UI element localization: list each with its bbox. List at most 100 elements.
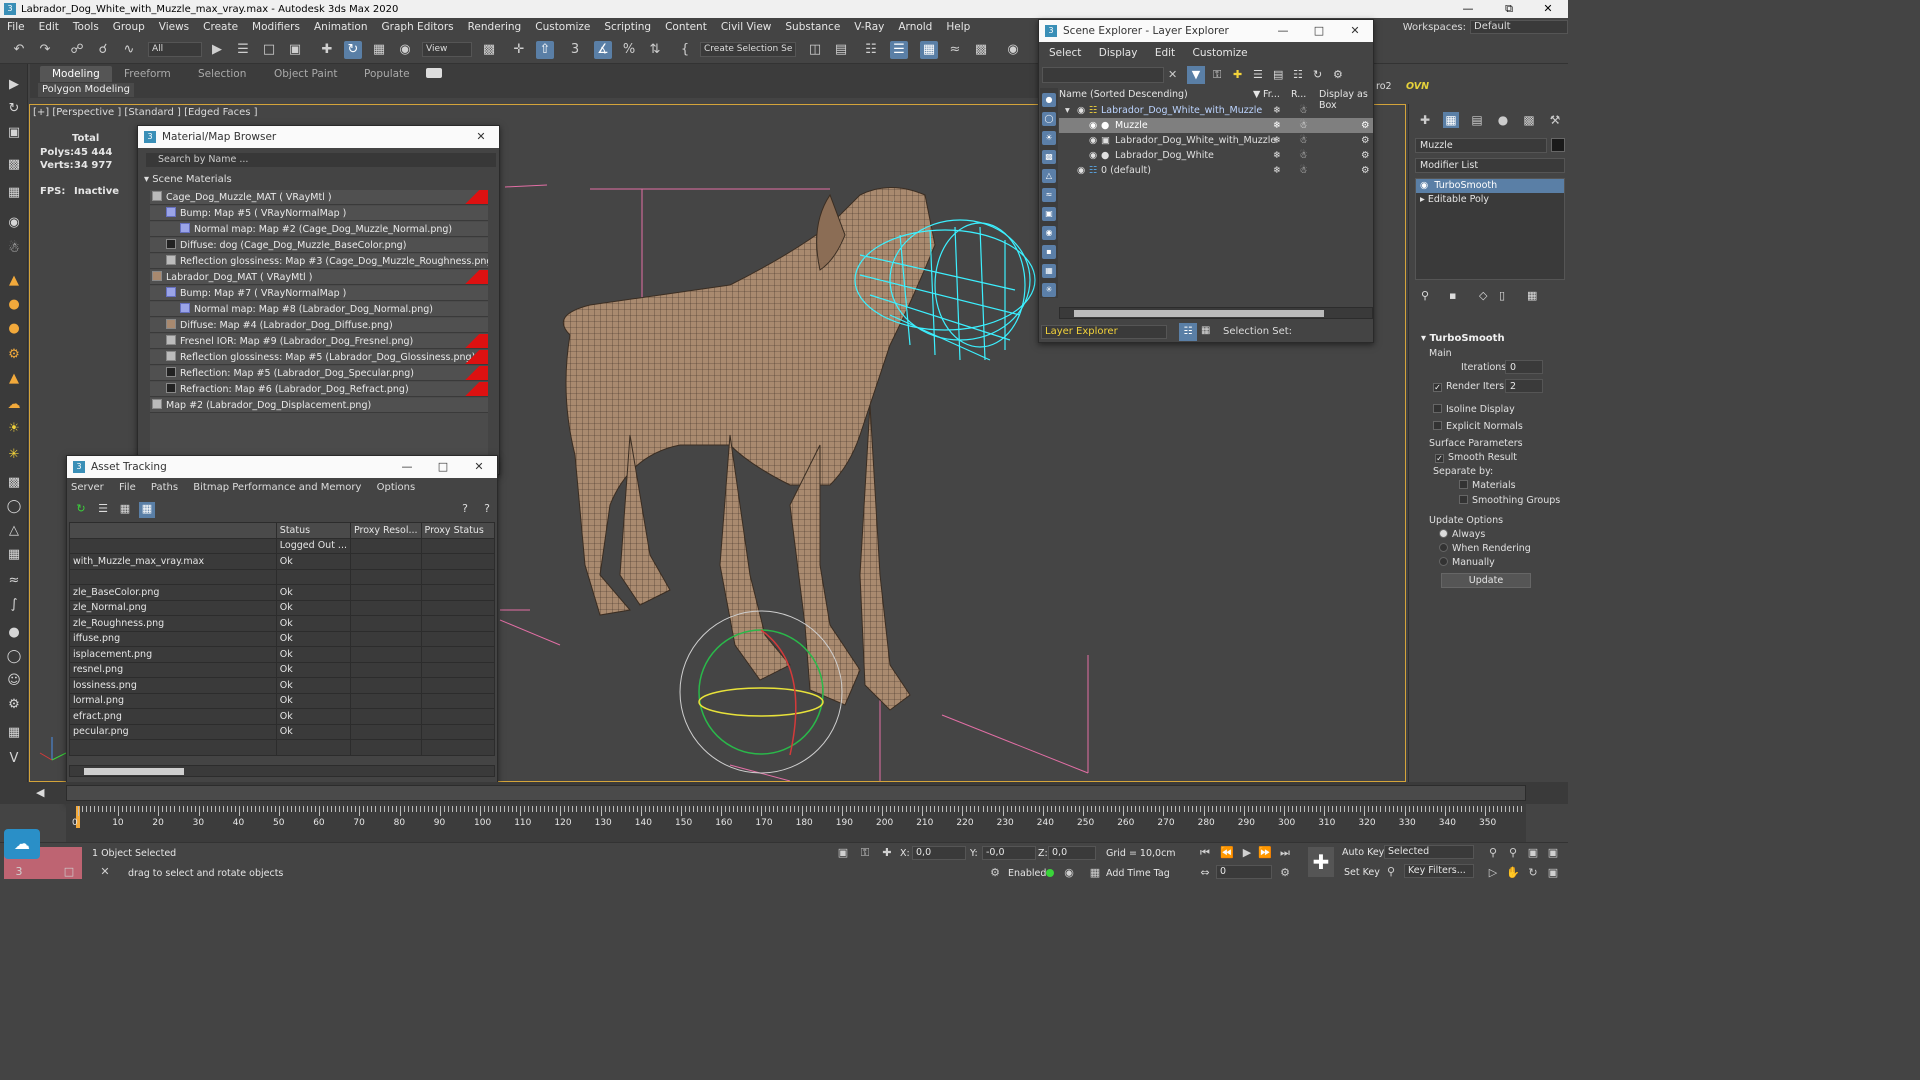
snaps-toggle-icon[interactable]: 3 [566,41,584,59]
table-row[interactable]: lormal.png Ok [69,692,496,709]
update-button[interactable]: Update [1441,573,1531,588]
display-tab-icon[interactable]: ▩ [1521,112,1537,128]
keyboard-shortcut-icon[interactable]: ⇧ [536,41,554,59]
selection-filter-dropdown[interactable]: All [148,42,202,57]
bind-spacewarp-icon[interactable]: ∿ [120,41,138,59]
sphere-icon[interactable]: ● [5,320,23,338]
col-name[interactable]: Name (Sorted Descending) [1059,89,1188,100]
curve-editor-icon[interactable]: ≈ [946,41,964,59]
when-rendering-row[interactable]: When Rendering [1439,543,1531,554]
table-row[interactable]: pecular.png Ok [69,723,496,740]
schematic-view-icon[interactable]: ▩ [972,41,990,59]
asset-menu-server[interactable]: Server [71,482,104,493]
auto-key-button[interactable]: Auto Key [1342,847,1384,858]
orbit-icon[interactable]: ↻ [5,100,23,118]
all-filter-icon[interactable]: ✳ [1042,283,1056,297]
sort-desc-icon[interactable]: ▼ [1253,89,1260,100]
list-item[interactable]: Map #2 (Labrador_Dog_Displacement.png) [150,398,488,413]
current-frame-field[interactable]: 0 [1216,865,1272,879]
shape-filter-icon[interactable]: ◯ [1042,112,1056,126]
visibility-eye-icon[interactable]: ◉ [1089,133,1097,148]
gear-icon[interactable]: ⚙ [5,346,23,364]
y-coord-field[interactable]: -0,0 [982,846,1036,860]
lock-icon[interactable]: ⚿ [1213,68,1221,82]
set-key-big-icon[interactable]: ✚ [1308,847,1334,877]
manually-radio[interactable] [1439,557,1448,566]
stack-item-turbosmooth[interactable]: ◉ TurboSmooth [1416,179,1564,193]
prev-frame-icon[interactable]: ◀ [36,786,44,799]
reference-coord-dropdown[interactable]: View [422,42,472,57]
asset-col-proxy-status[interactable]: Proxy Status [420,522,496,539]
list-item[interactable]: Fresnel IOR: Map #9 (Labrador_Dog_Fresne… [150,334,488,349]
settings-icon[interactable]: ⚙ [5,696,23,714]
character-icon[interactable]: ☺ [5,672,23,690]
close-icon[interactable]: ✕ [1528,0,1568,18]
render-iters-row[interactable]: ✓ Render Iters: [1433,381,1507,392]
camera-filter-icon[interactable]: ▩ [1042,150,1056,164]
show-end-result-icon[interactable]: ▪ [1449,289,1456,302]
scene-filter-input[interactable] [1042,67,1164,83]
materials-row[interactable]: Materials [1459,480,1516,491]
adaptive-degradation-icon[interactable]: ⚙ [988,866,1002,880]
turbosmooth-rollout-header[interactable]: ▾ TurboSmooth [1421,333,1505,344]
add-time-tag[interactable]: Add Time Tag [1106,868,1170,879]
isoline-row[interactable]: Isoline Display [1433,404,1515,415]
render-iters-spinner[interactable]: 2 [1505,379,1543,393]
display-box-icon[interactable]: ⚙ [1361,163,1370,178]
scale-icon[interactable]: ▦ [370,41,388,59]
pin-stack-icon[interactable]: ⚲ [1421,289,1429,302]
key-filter-icon[interactable]: ⚲ [1384,865,1398,879]
asset-menu-paths[interactable]: Paths [151,482,178,493]
asset-col-status[interactable]: Status [275,522,352,539]
scene-menu-select[interactable]: Select [1049,47,1081,59]
material-search-input[interactable]: Search by Name ... [146,153,496,167]
visibility-eye-icon[interactable]: ◉ [1077,163,1085,178]
list-item[interactable]: Diffuse: dog (Cage_Dog_Muzzle_BaseColor.… [150,238,488,253]
menu-help[interactable]: Help [939,21,977,33]
geometry-filter-icon[interactable]: ● [1042,93,1056,107]
select-tool-icon[interactable]: ▶ [5,76,23,94]
zoom-extents-icon[interactable]: ▣ [1526,846,1540,860]
scene-row-dog-with-muzzle[interactable]: ◉ ▣ Labrador_Dog_White_with_Muzzle ❄ ☃ ⚙ [1059,133,1373,148]
absolute-mode-icon[interactable]: ✚ [880,846,894,860]
render-icon[interactable]: ▩ [5,156,23,174]
group-filter-icon[interactable]: ▣ [1042,207,1056,221]
explorer-type-dropdown[interactable]: Layer Explorer [1041,325,1167,339]
list-item[interactable]: Reflection glossiness: Map #3 (Cage_Dog_… [150,254,488,269]
ribbon-tab-modeling[interactable]: Modeling [40,66,112,82]
pyramid-icon[interactable]: △ [5,522,23,540]
help-icon[interactable]: ? [457,502,473,518]
scene-menu-display[interactable]: Display [1099,47,1138,59]
named-selection-dropdown[interactable]: Create Selection Se [700,42,796,57]
freeze-icon[interactable]: ❄ [1273,133,1281,148]
toggle-scene-explorer-icon[interactable]: ☷ [862,41,880,59]
table-row[interactable]: zle_Normal.png Ok [69,599,496,616]
bone-filter-icon[interactable]: ▪ [1042,245,1056,259]
maximize-icon[interactable]: □ [1301,20,1337,42]
expand-icon[interactable]: ▸ [1420,194,1425,205]
asset-col-proxy-res[interactable]: Proxy Resol... [350,522,422,539]
prev-key-icon[interactable]: ⏪ [1220,846,1234,860]
ribbon-toggle-icon[interactable] [426,68,442,78]
smooth-result-checkbox[interactable]: ✓ [1435,454,1444,463]
spheres-icon[interactable]: ◯ [5,648,23,666]
visibility-eye-icon[interactable]: ◉ [1089,118,1097,133]
scene-horizontal-scrollbar[interactable] [1059,307,1373,319]
menu-file[interactable]: File [0,21,32,33]
asset-menu-file[interactable]: File [119,482,136,493]
ribbon-tab-freeform[interactable]: Freeform [112,66,183,82]
materials-checkbox[interactable] [1459,480,1468,489]
table-row[interactable]: resnel.png Ok [69,661,496,678]
scene-row-muzzle[interactable]: ◉ ● Muzzle ❄ ☃ ⚙ [1059,118,1373,133]
sun-icon[interactable]: ☀ [5,420,23,438]
cloud-icon[interactable]: ☁ [4,829,40,859]
isolate-icon[interactable]: ▣ [836,846,850,860]
always-row[interactable]: Always [1439,529,1485,540]
when-rendering-radio[interactable] [1439,543,1448,552]
always-radio[interactable] [1439,529,1448,538]
angle-snap-icon[interactable]: ∡ [594,41,612,59]
render-teapot-icon[interactable]: ☃ [1299,133,1308,148]
scene-materials-header[interactable]: ▾ Scene Materials [144,174,492,185]
visibility-eye-icon[interactable]: ◉ [1077,103,1085,118]
unlink-icon[interactable]: ☌ [94,41,112,59]
